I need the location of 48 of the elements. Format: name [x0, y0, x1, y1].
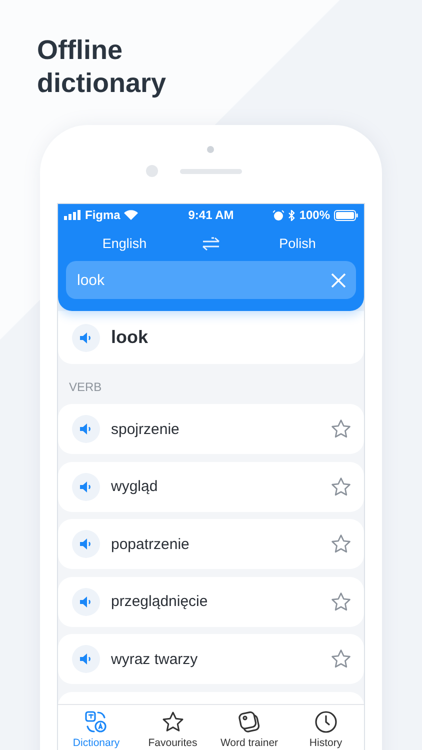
- translate-icon: [84, 710, 108, 734]
- headline: Offline dictionary: [37, 34, 168, 100]
- translation-text: wygląd: [111, 478, 159, 495]
- camera-dot: [146, 165, 158, 177]
- speaker-icon[interactable]: [79, 652, 93, 666]
- translation-row[interactable]: przeglądnięcie: [58, 576, 364, 626]
- alarm-icon: [273, 210, 284, 220]
- sensor-dot: [207, 146, 214, 153]
- favourite-star-icon[interactable]: [330, 533, 352, 555]
- star-icon: [160, 710, 185, 734]
- section-heading: VERB: [68, 379, 103, 396]
- battery-icon: [334, 210, 358, 220]
- translation-row[interactable]: wyraz twarzy: [58, 634, 364, 684]
- favourite-star-icon[interactable]: [330, 590, 352, 612]
- translation-text: przeglądnięcie: [111, 593, 209, 610]
- tab[interactable]: Favourites: [134, 705, 211, 750]
- favourite-star-icon[interactable]: [330, 418, 352, 440]
- translation-text: spojrzenie: [111, 420, 180, 438]
- speaker-icon[interactable]: [79, 330, 93, 344]
- speaker-icon[interactable]: [79, 537, 93, 551]
- battery-percent: 100%: [299, 208, 330, 222]
- earpiece-grille: [180, 168, 242, 174]
- favourite-star-icon[interactable]: [330, 476, 352, 498]
- favourite-star-icon[interactable]: [330, 648, 352, 670]
- target-language[interactable]: Polish: [231, 236, 364, 251]
- tab[interactable]: Word trainer: [211, 705, 288, 750]
- tab[interactable]: History: [288, 705, 364, 750]
- tab[interactable]: Dictionary: [58, 705, 134, 750]
- speaker-icon[interactable]: [79, 422, 93, 436]
- translation-row[interactable]: popatrzenie: [58, 519, 364, 569]
- translation-row[interactable]: spojrzenie: [58, 404, 364, 454]
- translation-text: wyraz twarzy: [111, 650, 199, 668]
- speaker-icon[interactable]: [79, 480, 93, 494]
- close-icon: [331, 272, 346, 288]
- headword: look: [111, 327, 150, 348]
- clock-time: 9:41 AM: [188, 208, 234, 222]
- carrier-name: Figma: [85, 208, 120, 222]
- bluetooth-icon: [288, 210, 296, 220]
- swap-icon[interactable]: [202, 236, 220, 250]
- wifi-icon: [124, 210, 138, 220]
- cards-icon: [237, 710, 262, 734]
- signal-icon: [64, 210, 81, 220]
- translation-text: popatrzenie: [111, 536, 190, 552]
- source-language[interactable]: English: [58, 236, 191, 251]
- speaker-icon[interactable]: [79, 594, 93, 608]
- translation-row[interactable]: wygląd: [58, 462, 364, 512]
- clear-button[interactable]: [331, 272, 346, 288]
- clock-icon: [314, 710, 338, 734]
